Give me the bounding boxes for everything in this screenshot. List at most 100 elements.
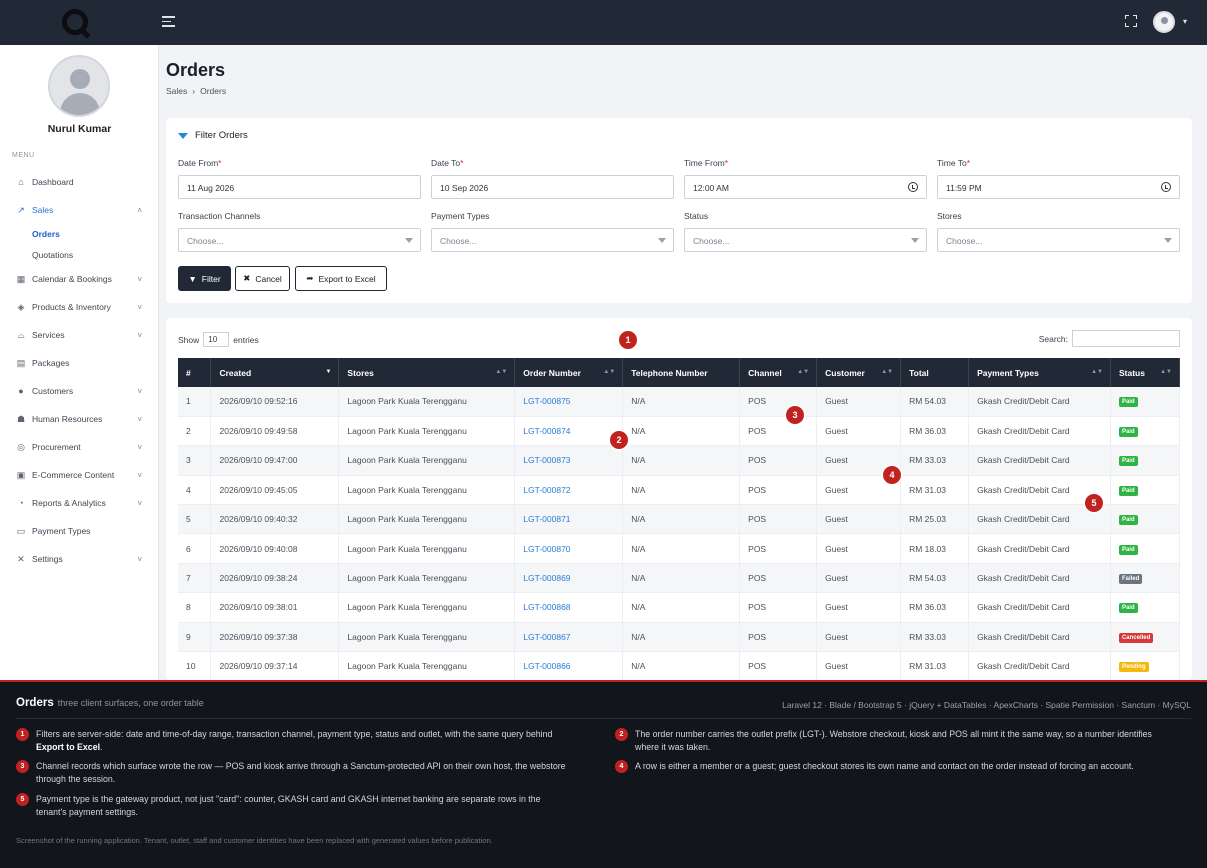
table-row[interactable]: 6 2026/09/10 09:40:08 Lagoon Park Kuala Te… <box>178 533 1181 564</box>
calendar-icon: ▦ <box>16 273 26 284</box>
table-row[interactable]: 10 2026/09/10 09:37:14 Lagoon Park Kuala T… <box>178 651 1181 680</box>
sidebar-item-label: Dashboard <box>32 177 74 187</box>
chevron-down-icon: ˅ <box>137 386 142 396</box>
sidebar-item-ecommerce[interactable]: ▣ E-Commerce Content ˅ <box>0 464 159 486</box>
cell-store: Lagoon Park Kuala Terengganu <box>338 592 516 623</box>
table-row[interactable]: 4 2026/09/10 09:45:05 Lagoon Park Kuala Te… <box>178 475 1181 506</box>
column-header-customer[interactable]: Customer ▲▼ <box>816 358 902 387</box>
sidebar-item-reports[interactable]: ◔ Reports & Analytics ˅ <box>0 492 159 514</box>
table-row[interactable]: 1 2026/09/10 09:52:16 Lagoon Park Kuala Te… <box>178 387 1181 417</box>
table-row[interactable]: 9 2026/09/10 09:37:38 Lagoon Park Kuala Te… <box>178 622 1181 653</box>
sidebar-item-services[interactable]: ⌓ Services ˅ <box>0 324 159 346</box>
sidebar-subitem-orders[interactable]: Orders <box>32 229 60 239</box>
channels-select[interactable]: Choose... <box>178 228 421 252</box>
column-header-payment-types[interactable]: Payment Types ▲▼ <box>968 358 1111 387</box>
entries-select[interactable]: 10 <box>203 332 230 347</box>
cell-order[interactable]: LGT-000873 <box>514 445 624 476</box>
search-input[interactable] <box>1072 330 1180 347</box>
time-to-input[interactable]: 11:59 PM <box>937 175 1180 199</box>
bell-icon: ⌓ <box>17 329 25 340</box>
app-logo[interactable] <box>62 9 88 35</box>
cell-payment: Gkash Credit/Debit Card <box>968 592 1111 623</box>
table-row[interactable]: 8 2026/09/10 09:38:01 Lagoon Park Kuala Te… <box>178 592 1181 623</box>
sort-icon: ▲▼ <box>495 369 508 375</box>
cell-order[interactable]: LGT-000875 <box>514 387 624 417</box>
cell-order[interactable]: LGT-000866 <box>514 651 624 680</box>
table-row[interactable]: 3 2026/09/10 09:47:00 Lagoon Park Kuala Te… <box>178 445 1181 476</box>
sidebar-item-label: Settings <box>32 554 63 564</box>
chevron-down-icon: ˅ <box>137 442 142 452</box>
sidebar-item-payment-types[interactable]: ▭ Payment Types <box>0 520 159 542</box>
sidebar-item-customers[interactable]: ● Customers ˅ <box>0 380 159 402</box>
cell-channel: POS <box>739 533 818 564</box>
table-row[interactable]: 7 2026/09/10 09:38:24 Lagoon Park Kuala Te… <box>178 563 1181 594</box>
status-badge: Paid <box>1118 456 1138 467</box>
cell-created: 2026/09/10 09:52:16 <box>210 387 340 417</box>
column-header-total[interactable]: Total <box>900 358 970 387</box>
hamburger-menu-icon[interactable] <box>162 16 175 27</box>
cell-store: Lagoon Park Kuala Terengganu <box>338 416 516 447</box>
sidebar-subitem-quotations[interactable]: Quotations <box>32 250 73 260</box>
cell-customer: Guest <box>816 533 902 564</box>
time-from-input[interactable]: 12:00 AM <box>684 175 927 199</box>
cell-customer: Guest <box>816 622 902 653</box>
fullscreen-icon[interactable] <box>1125 15 1137 27</box>
cell-total: RM 31.03 <box>900 651 970 680</box>
time-to-label: Time To* <box>937 158 971 168</box>
cell-channel: POS <box>739 475 818 506</box>
column-header-telephone[interactable]: Telephone Number <box>622 358 741 387</box>
sidebar-item-procurement[interactable]: ◎ Procurement ˅ <box>0 436 159 458</box>
payment-types-select[interactable]: Choose... <box>431 228 674 252</box>
time-from-value: 12:00 AM <box>693 183 729 193</box>
table-row[interactable]: 2 2026/09/10 09:49:58 Lagoon Park Kuala Te… <box>178 416 1181 447</box>
column-header-created[interactable]: Created ▼ <box>210 358 340 387</box>
annotation-marker-2: 2 <box>610 431 628 449</box>
cell-created: 2026/09/10 09:45:05 <box>210 475 340 506</box>
sidebar-item-packages[interactable]: ▤ Packages <box>0 352 159 374</box>
cell-status: Paid <box>1110 475 1181 506</box>
cell-created: 2026/09/10 09:37:14 <box>210 651 340 680</box>
status-badge: Paid <box>1118 544 1138 555</box>
cancel-button[interactable]: ✖ Cancel <box>235 266 290 291</box>
date-from-input[interactable]: 11 Aug 2026 <box>178 175 421 199</box>
column-header-stores[interactable]: Stores ▲▼ <box>338 358 516 387</box>
date-to-input[interactable]: 10 Sep 2026 <box>431 175 674 199</box>
cell-order[interactable]: LGT-000870 <box>514 533 624 564</box>
cell-customer: Guest <box>816 563 902 594</box>
clock-icon[interactable] <box>1161 182 1171 192</box>
coins-icon: ◎ <box>17 441 25 452</box>
column-header-order-number[interactable]: Order Number ▲▼ <box>514 358 624 387</box>
breadcrumb-sales[interactable]: Sales <box>166 86 187 96</box>
table-row[interactable]: 5 2026/09/10 09:40:32 Lagoon Park Kuala Te… <box>178 504 1181 535</box>
sidebar-item-human-resources[interactable]: ☗ Human Resources ˅ <box>0 408 159 430</box>
sidebar-item-settings[interactable]: ✕ Settings ˅ <box>0 548 159 570</box>
cell-order[interactable]: LGT-000867 <box>514 622 624 653</box>
cell-payment: Gkash Credit/Debit Card <box>968 387 1111 417</box>
export-excel-button[interactable]: ➦ Export to Excel <box>295 266 387 291</box>
column-header-index[interactable]: # <box>178 358 212 387</box>
sidebar-item-dashboard[interactable]: ⌂ Dashboard <box>0 171 159 193</box>
stores-select[interactable]: Choose... <box>937 228 1180 252</box>
chevron-down-icon[interactable]: ▾ <box>1183 17 1187 26</box>
payment-types-label: Payment Types <box>431 211 490 221</box>
cell-total: RM 25.03 <box>900 504 970 535</box>
user-avatar[interactable] <box>1153 11 1175 33</box>
column-header-channel[interactable]: Channel ▲▼ <box>739 358 818 387</box>
cell-order[interactable]: LGT-000871 <box>514 504 624 535</box>
sort-icon: ▲▼ <box>603 369 616 375</box>
cell-order[interactable]: LGT-000868 <box>514 592 624 623</box>
table-search: Search: <box>1039 330 1180 347</box>
clock-icon[interactable] <box>908 182 918 192</box>
sidebar-item-sales[interactable]: ↗ Sales ˄ <box>0 199 159 221</box>
sidebar-item-products[interactable]: ◈ Products & Inventory ˅ <box>0 296 159 318</box>
cell-order[interactable]: LGT-000872 <box>514 475 624 506</box>
status-badge: Paid <box>1118 485 1138 496</box>
column-header-status[interactable]: Status ▲▼ <box>1110 358 1181 387</box>
channels-select-value: Choose... <box>187 236 224 246</box>
sidebar-item-calendar[interactable]: ▦ Calendar & Bookings ˅ <box>0 268 159 290</box>
filter-button[interactable]: ▼ Filter <box>178 266 231 291</box>
cell-created: 2026/09/10 09:49:58 <box>210 416 340 447</box>
cell-order[interactable]: LGT-000874 <box>514 416 624 447</box>
status-select[interactable]: Choose... <box>684 228 927 252</box>
cell-order[interactable]: LGT-000869 <box>514 563 624 594</box>
